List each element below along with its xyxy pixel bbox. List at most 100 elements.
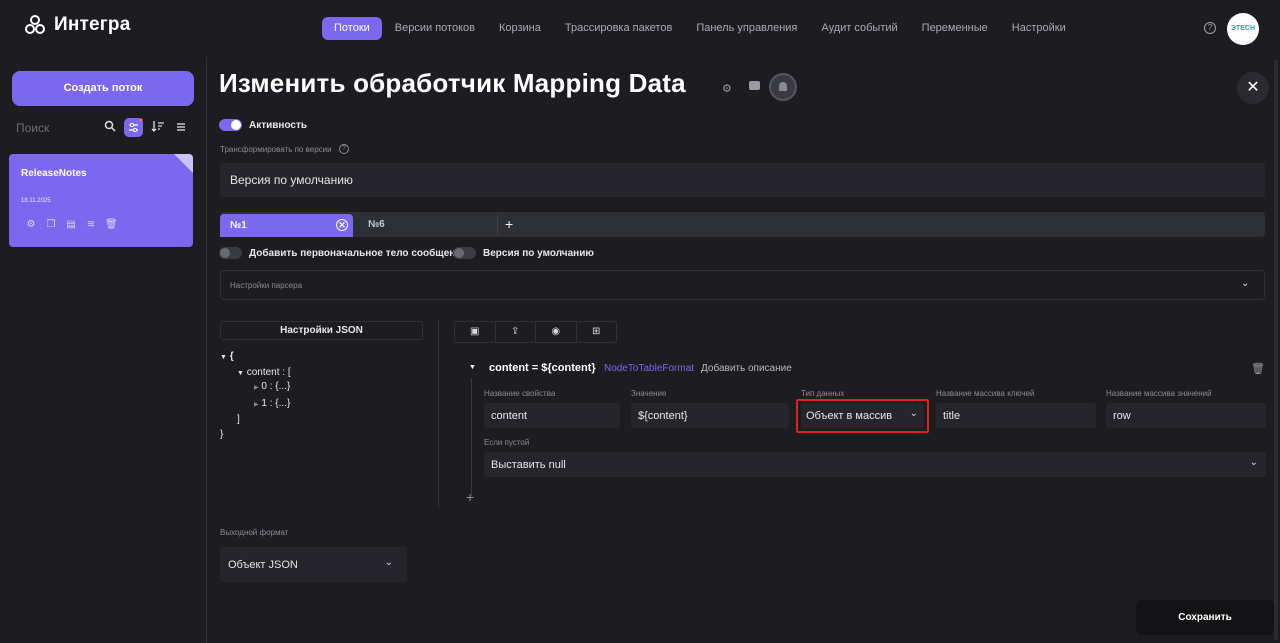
node-title: content = ${content}	[489, 362, 596, 374]
item-0: 0 : {...}	[261, 381, 291, 392]
chevron-down-icon: ⌄	[909, 408, 918, 419]
values-array-label: Название массива значений	[1106, 389, 1212, 398]
active-toggle-label: Активность	[249, 120, 308, 131]
parser-settings-accordion[interactable]: Настройки парсера ⌄	[220, 270, 1265, 300]
help-icon[interactable]: ?	[1204, 22, 1216, 34]
value-input[interactable]: ${content}	[631, 403, 789, 428]
top-header: Интегра Потоки Версии потоков Корзина Тр…	[0, 0, 1280, 57]
if-empty-value: Выставить null	[491, 458, 566, 471]
trash-icon[interactable]: 🗑	[105, 219, 118, 231]
nav-trash[interactable]: Корзина	[487, 17, 553, 40]
if-empty-label: Если пустой	[484, 438, 530, 447]
tab-1[interactable]: №1 ✕	[220, 214, 353, 237]
node-tree-line	[471, 378, 472, 496]
nav-event-audit[interactable]: Аудит событий	[809, 17, 909, 40]
layers-icon[interactable]: ≋	[85, 219, 97, 231]
close-bracket: ]	[237, 414, 240, 425]
version-select[interactable]: Версия по умолчанию	[220, 163, 1265, 197]
parser-settings-label: Настройки парсера	[230, 281, 303, 290]
flow-name: ReleaseNotes	[21, 168, 87, 179]
search-input[interactable]: Поиск	[16, 121, 49, 135]
close-brace: }	[220, 429, 224, 440]
tree-node-0[interactable]: ▶ 0 : {...}	[254, 381, 290, 392]
eye-icon[interactable]: ◉	[536, 322, 577, 342]
chevron-down-icon: ⌄	[384, 557, 393, 568]
default-version-toggle[interactable]	[453, 247, 476, 259]
json-settings-header: Настройки JSON	[220, 321, 423, 340]
close-tab-icon[interactable]: ✕	[336, 219, 348, 231]
output-format-select[interactable]: Объект JSON ⌄	[220, 547, 407, 582]
gear-icon[interactable]: ⚙	[25, 219, 37, 231]
add-description-link[interactable]: Добавить описание	[701, 363, 792, 374]
nav-packet-trace[interactable]: Трассировка пакетов	[553, 17, 684, 40]
page-title: Изменить обработчик Mapping Data	[219, 68, 686, 98]
logo-icon	[25, 15, 45, 34]
brand-name: Интегра	[54, 14, 131, 35]
comment-icon[interactable]	[749, 81, 760, 90]
open-brace: {	[229, 351, 234, 362]
if-empty-select[interactable]: Выставить null ⌄	[484, 452, 1266, 477]
output-format-value: Объект JSON	[228, 558, 298, 571]
default-version-label: Версия по умолчанию	[483, 248, 594, 259]
property-name-label: Название свойства	[484, 389, 556, 398]
tree-node-content[interactable]: ▼ content : [	[237, 367, 291, 378]
collapse-node-icon[interactable]: ▼	[469, 364, 476, 371]
transform-by-version-label: Трансформировать по версии	[220, 145, 332, 154]
close-button[interactable]: ✕	[1237, 72, 1269, 104]
save-button[interactable]: Сохранить	[1136, 600, 1274, 635]
filter-icon[interactable]	[124, 118, 143, 137]
bell-icon[interactable]	[769, 73, 797, 101]
create-flow-button[interactable]: Создать поток	[12, 71, 194, 106]
nav-flow-versions[interactable]: Версии потоков	[383, 17, 487, 40]
card-corner-fold	[174, 154, 193, 173]
add-original-body-label: Добавить первоначальное тело сообщения	[249, 248, 468, 259]
nav-variables[interactable]: Переменные	[910, 17, 1000, 40]
sort-icon[interactable]	[149, 119, 167, 137]
flow-date: 18.11.2025	[21, 198, 51, 204]
copy-icon[interactable]: ❐	[45, 219, 57, 231]
tab-6[interactable]: №6	[368, 219, 385, 230]
scrollbar[interactable]	[1274, 60, 1278, 640]
tree-structure-icon[interactable]: ⊞	[577, 322, 617, 342]
chevron-down-icon: ⌄	[1241, 278, 1250, 289]
active-toggle[interactable]	[219, 119, 242, 131]
avatar[interactable]: ЭTECH	[1227, 13, 1259, 45]
save-icon[interactable]: ▣	[455, 322, 496, 342]
values-array-input[interactable]: row	[1106, 403, 1266, 428]
add-node-button[interactable]: +	[466, 489, 474, 505]
item-1: 1 : {...}	[261, 398, 291, 409]
trash-icon[interactable]: 🗑	[1251, 362, 1265, 375]
tab-1-label: №1	[230, 220, 247, 231]
gear-icon[interactable]: ⚙	[722, 82, 732, 95]
keys-array-input[interactable]: title	[936, 403, 1096, 428]
format-link[interactable]: NodeToTableFormat	[604, 363, 694, 374]
tree-node-1[interactable]: ▶ 1 : {...}	[254, 398, 290, 409]
save-icon[interactable]: ▤	[65, 219, 77, 231]
data-type-value: Объект в массив	[806, 409, 893, 422]
tree-root[interactable]: ▼ {	[220, 351, 234, 362]
add-original-body-toggle[interactable]	[219, 247, 242, 259]
search-icon[interactable]	[101, 119, 119, 137]
help-icon[interactable]: ?	[339, 144, 349, 154]
property-name-input[interactable]: content	[484, 403, 620, 428]
upload-icon[interactable]: ⇪	[496, 322, 536, 342]
nav-flows[interactable]: Потоки	[322, 17, 382, 40]
main-nav: Потоки Версии потоков Корзина Трассировк…	[322, 17, 1078, 40]
output-format-label: Выходной формат	[220, 528, 289, 537]
nav-settings[interactable]: Настройки	[1000, 17, 1078, 40]
data-type-select[interactable]: Объект в массив ⌄	[801, 403, 924, 428]
vertical-divider	[438, 320, 439, 508]
node-toolbar: ▣ ⇪ ◉ ⊞	[454, 321, 617, 343]
nav-dashboard[interactable]: Панель управления	[684, 17, 809, 40]
menu-icon[interactable]	[172, 119, 190, 137]
keys-array-label: Название массива ключей	[936, 389, 1035, 398]
data-type-label: Тип данных	[801, 389, 845, 398]
value-label: Значение	[631, 389, 667, 398]
logo[interactable]: Интегра	[24, 14, 131, 36]
add-tab-button[interactable]: +	[505, 216, 513, 232]
content-key: content : [	[246, 367, 291, 378]
tab-divider	[497, 214, 498, 235]
flow-card[interactable]: ReleaseNotes 18.11.2025	[9, 154, 193, 247]
sidebar: Создать поток Поиск ReleaseNotes 18.11.2…	[0, 57, 207, 643]
chevron-down-icon: ⌄	[1249, 457, 1258, 468]
